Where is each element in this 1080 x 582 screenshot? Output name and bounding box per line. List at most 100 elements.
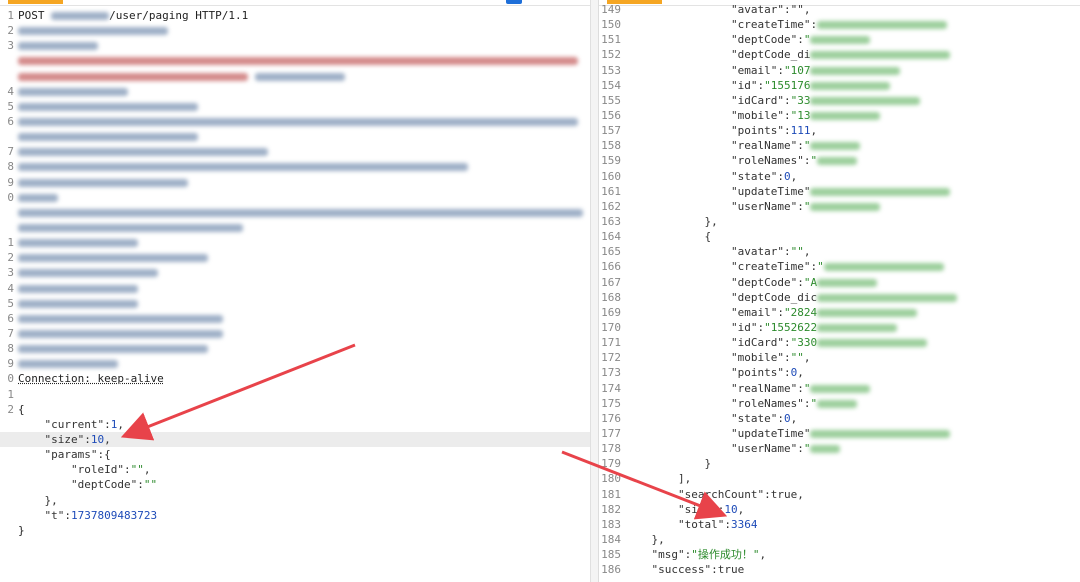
line-number: 6 bbox=[7, 114, 14, 128]
json-token: : bbox=[797, 275, 804, 289]
redacted-text bbox=[823, 263, 944, 272]
redacted-text bbox=[817, 399, 858, 408]
request-line: }, bbox=[0, 493, 590, 508]
line-number: 3 bbox=[7, 266, 14, 280]
code-text: "success":true bbox=[625, 562, 745, 577]
json-token: "createTime" bbox=[730, 260, 811, 274]
json-token: }, bbox=[625, 214, 718, 228]
json-token: : bbox=[797, 199, 804, 213]
json-token: "success" bbox=[651, 563, 712, 577]
response-line: 149 "avatar":"", bbox=[599, 2, 1080, 17]
code-text: "state":0, bbox=[625, 169, 797, 184]
action-icon[interactable] bbox=[506, 0, 522, 4]
json-token: : bbox=[783, 124, 791, 138]
json-token: "state" bbox=[730, 169, 778, 183]
request-line: 4 bbox=[0, 281, 590, 296]
code-text: "roleId":"", bbox=[18, 462, 150, 477]
code-token: { bbox=[18, 402, 25, 416]
redacted-text bbox=[18, 284, 138, 293]
line-number: 173 bbox=[601, 366, 621, 380]
line-number: 185 bbox=[601, 548, 621, 562]
code-text: { bbox=[625, 229, 711, 244]
json-token: "idCard" bbox=[730, 336, 784, 350]
json-token: "realName" bbox=[730, 139, 798, 153]
code-text bbox=[18, 129, 205, 144]
json-token: "id" bbox=[730, 320, 758, 334]
code-text bbox=[18, 69, 351, 84]
code-text: "params":{ bbox=[18, 447, 111, 462]
redacted-text bbox=[51, 12, 110, 20]
code-text bbox=[18, 190, 65, 205]
code-text: "realName":" bbox=[625, 138, 861, 153]
json-token: "mobile" bbox=[730, 108, 784, 122]
code-text: "id":"155176 bbox=[625, 78, 891, 93]
redacted-text bbox=[817, 339, 928, 348]
request-line: 1 bbox=[0, 235, 590, 250]
code-text: Connection: keep-alive bbox=[18, 371, 164, 386]
code-text: "points":0, bbox=[625, 365, 804, 380]
redacted-text bbox=[810, 202, 881, 211]
line-number: 149 bbox=[601, 3, 621, 16]
json-token: "total" bbox=[677, 517, 725, 531]
request-line: 2{ bbox=[0, 402, 590, 417]
line-number: 174 bbox=[601, 381, 621, 395]
code-text: "updateTime" bbox=[625, 184, 951, 199]
json-token: : bbox=[797, 442, 804, 456]
line-number: 184 bbox=[601, 532, 621, 546]
json-token: " bbox=[803, 381, 811, 395]
response-line: 180 ], bbox=[599, 471, 1080, 486]
json-token: "deptCode" bbox=[730, 275, 798, 289]
line-number: 160 bbox=[601, 169, 621, 183]
code-text: { bbox=[18, 402, 25, 417]
json-token: "" bbox=[790, 245, 804, 259]
code-text: POST /user/paging HTTP/1.1 bbox=[18, 8, 248, 23]
line-number: 155 bbox=[601, 93, 621, 107]
line-number: 150 bbox=[601, 18, 621, 32]
request-editor[interactable]: 1 POST /user/paging HTTP/1.1 2 3 4 5 6 7 8… bbox=[0, 8, 590, 538]
redacted-text bbox=[810, 142, 861, 151]
redacted-text bbox=[810, 111, 881, 120]
line-number: 2 bbox=[7, 24, 14, 38]
json-token: : bbox=[64, 508, 71, 522]
line-number: 154 bbox=[601, 78, 621, 92]
json-token: "points" bbox=[730, 366, 784, 380]
code-text: "deptCode_di bbox=[625, 47, 951, 62]
json-token: 10 bbox=[724, 502, 738, 516]
json-token: " bbox=[810, 396, 818, 410]
json-token: " bbox=[803, 139, 811, 153]
response-line: 160 "state":0, bbox=[599, 169, 1080, 184]
json-token: "roleNames" bbox=[730, 154, 804, 168]
response-editor[interactable]: 149 "avatar":"", 150 "createTime": 151 "de… bbox=[599, 2, 1080, 577]
json-token: " bbox=[803, 442, 811, 456]
redacted-text bbox=[18, 27, 168, 36]
code-text: "userName":" bbox=[625, 199, 881, 214]
json-token: : bbox=[810, 18, 818, 32]
request-line: 2 bbox=[0, 23, 590, 38]
line-number: 176 bbox=[601, 411, 621, 425]
line-number: 6 bbox=[7, 311, 14, 325]
json-token: "1552622 bbox=[764, 320, 818, 334]
json-token: , bbox=[803, 351, 811, 365]
line-number: 170 bbox=[601, 320, 621, 334]
json-token: : bbox=[783, 93, 791, 107]
line-number: 8 bbox=[7, 342, 14, 356]
json-token: : bbox=[84, 432, 91, 446]
code-text bbox=[18, 341, 215, 356]
line-number: 161 bbox=[601, 184, 621, 198]
request-tab-indicator[interactable] bbox=[8, 0, 63, 4]
code-text: "realName":" bbox=[625, 381, 871, 396]
code-text: "avatar":"", bbox=[625, 244, 810, 259]
response-line: 178 "userName":" bbox=[599, 441, 1080, 456]
line-number: 3 bbox=[7, 39, 14, 53]
json-token: : bbox=[137, 478, 144, 492]
code-text bbox=[18, 311, 230, 326]
line-number: 8 bbox=[7, 160, 14, 174]
